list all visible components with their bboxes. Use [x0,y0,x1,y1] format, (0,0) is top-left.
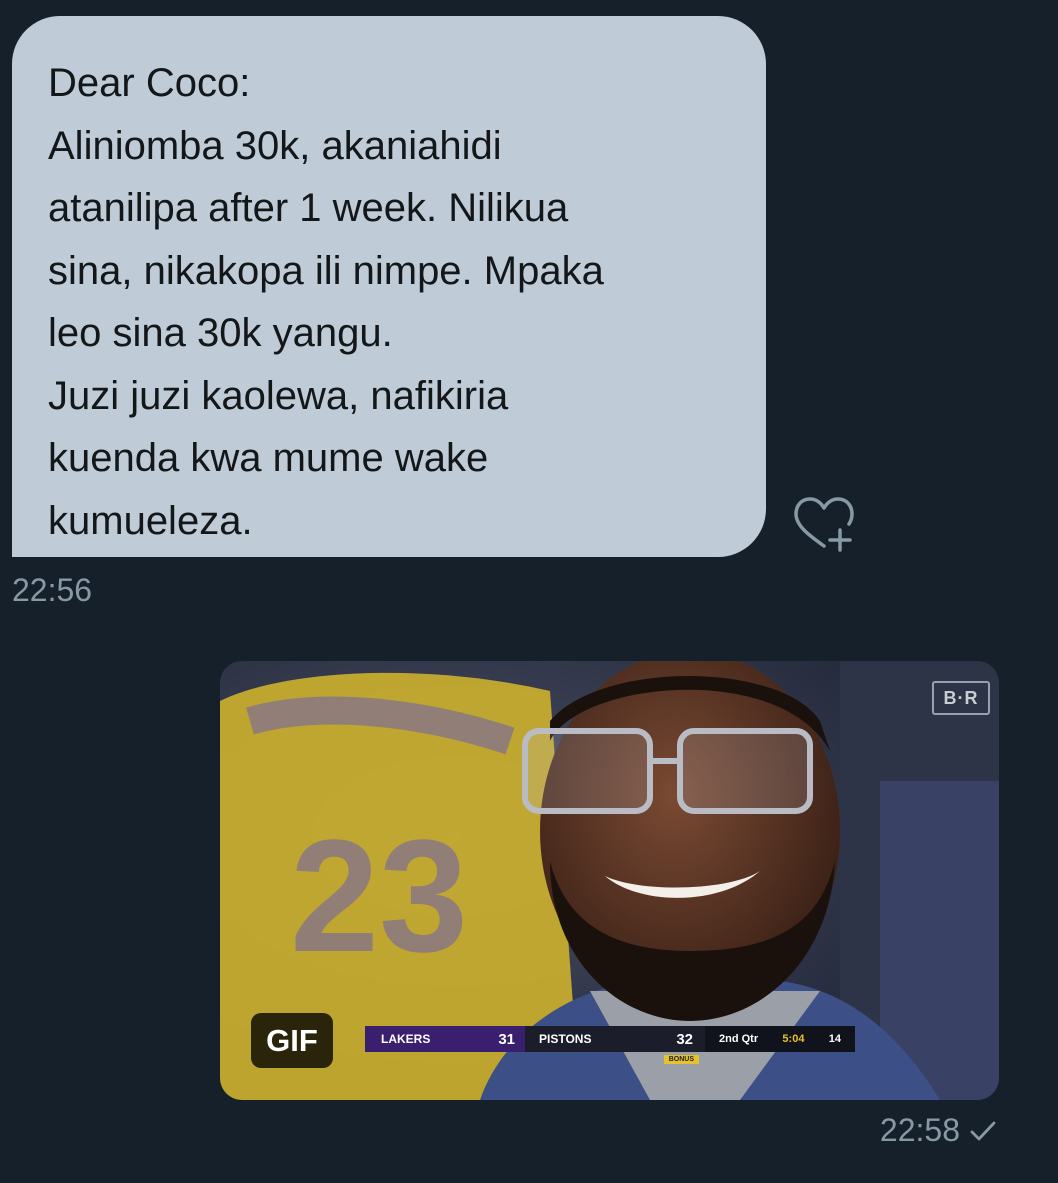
incoming-timestamp: 22:56 [12,572,93,608]
message-line: sina, nikakopa ili nimpe. Mpaka [48,248,604,293]
svg-text:23: 23 [290,806,468,985]
shot-clock: 14 [828,1033,841,1045]
scoreboard-team-home: LAKERS 31 [365,1026,525,1052]
message-line: leo sina 30k yangu. [48,311,393,355]
team-name: PISTONS [539,1032,592,1046]
scoreboard-team-away: PISTONS 32 BONUS [525,1026,705,1064]
team-name: LAKERS [381,1032,431,1046]
gif-badge[interactable]: GIF [251,1013,333,1068]
checkmark-icon [970,1121,996,1140]
message-line: Juzi juzi kaolewa, nafikiria [48,373,509,418]
incoming-message-bubble[interactable]: Dear Coco: Aliniomba 30k, akaniahidi ata… [12,16,766,557]
scoreboard-overlay: LAKERS 31 PISTONS 32 BONUS 2nd Qtr 5:04 … [365,1026,855,1064]
bonus-indicator: BONUS [663,1055,699,1064]
bleacher-report-watermark: B·R [932,681,990,715]
message-line: kuenda kwa mume wake [48,436,489,480]
gif-message-media[interactable]: 23 B·R LAKERS 31 PISTONS 32 BONUS 2nd Qt… [220,661,999,1100]
outgoing-meta: 22:58 [880,1112,996,1149]
quarter-label: 2nd Qtr [719,1033,759,1045]
clock-time: 5:04 [782,1033,805,1045]
message-line: kumueleza. [48,498,253,543]
message-line: atanilipa after 1 week. Nilikua [48,186,569,230]
add-reaction-button[interactable] [790,494,860,554]
team-score: 32 [676,1030,693,1048]
message-line: Dear Coco: [48,61,251,105]
game-clock: 2nd Qtr 5:04 14 [705,1026,855,1052]
team-score: 31 [498,1030,515,1048]
heart-plus-icon [794,497,854,552]
outgoing-timestamp: 22:58 [879,1112,960,1148]
message-line: Aliniomba 30k, akaniahidi [48,123,502,168]
